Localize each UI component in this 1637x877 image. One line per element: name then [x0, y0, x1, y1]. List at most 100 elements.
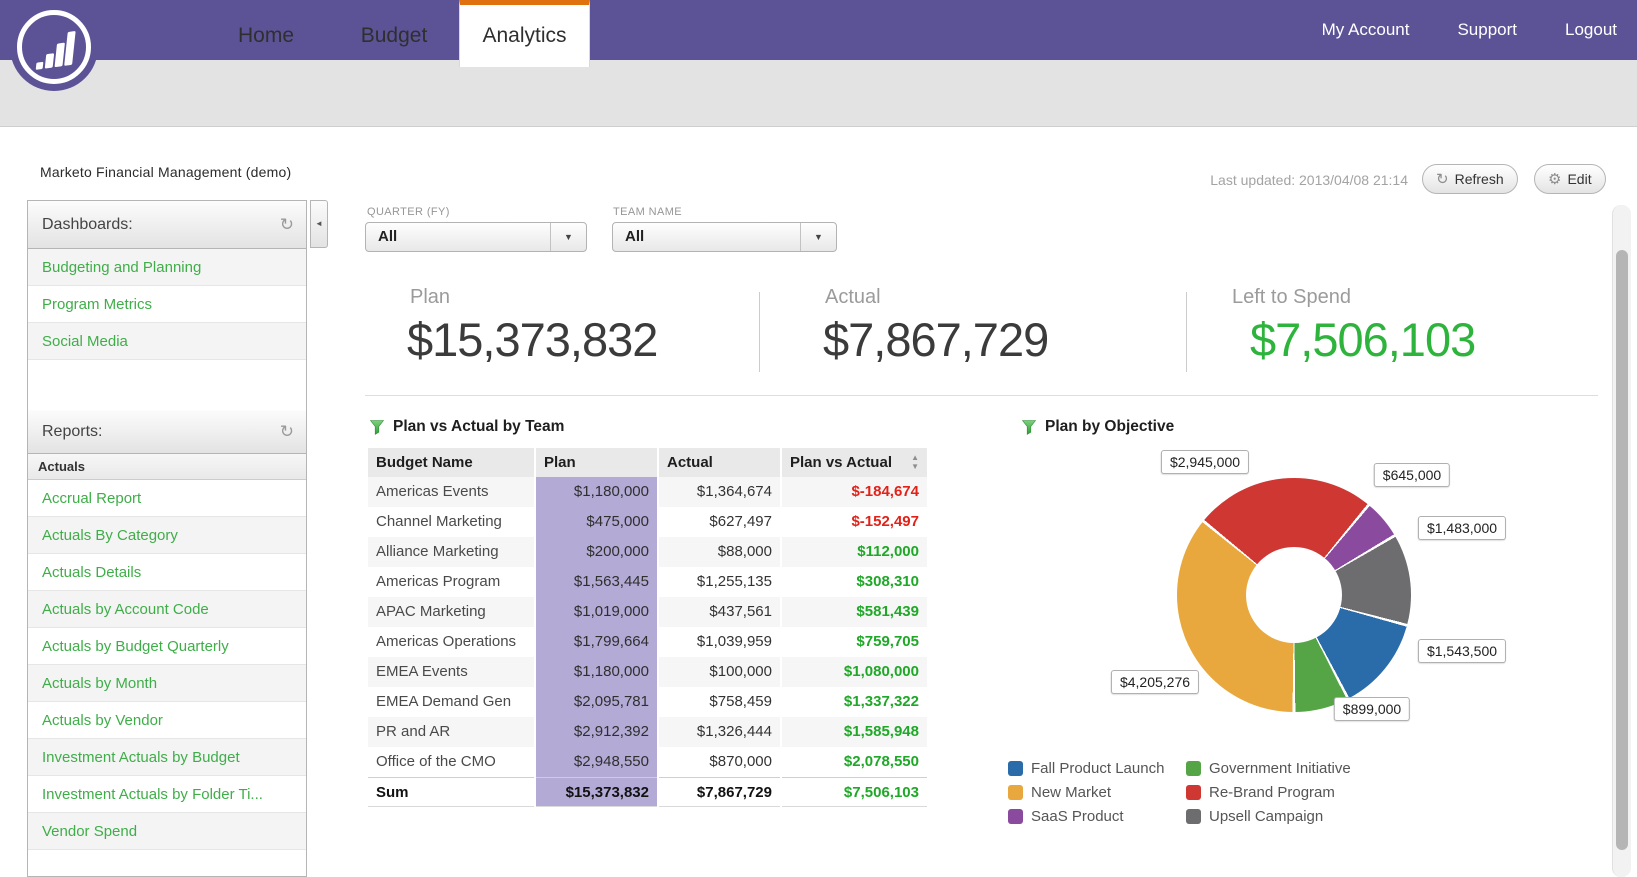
- plan-vs-actual-cell: $1,337,322: [843, 693, 919, 710]
- legend-label: Re-Brand Program: [1209, 783, 1335, 801]
- tab-bar: [0, 60, 1637, 127]
- chevron-down-icon: ▼: [800, 223, 836, 251]
- quarter-filter-dropdown[interactable]: All ▼: [365, 222, 587, 252]
- chart-legend-column-2: Government Initiative Re-Brand Program Ups…: [1186, 756, 1351, 828]
- kpi-plan-value: $15,373,832: [407, 313, 658, 366]
- sidebar-item-actuals-by-category[interactable]: Actuals By Category: [28, 517, 306, 554]
- legend-swatch-fall-product-launch: [1008, 760, 1023, 776]
- team-filter-dropdown[interactable]: All ▼: [612, 222, 837, 252]
- kpi-actual-label: Actual: [825, 286, 881, 308]
- donut-label-upsell-campaign: $1,483,000: [1417, 516, 1507, 540]
- column-header-plan-vs-actual[interactable]: Plan vs Actual ▲ ▼: [782, 448, 927, 477]
- table-row[interactable]: Americas Operations $1,799,664 $1,039,959 $…: [368, 627, 923, 657]
- legend-swatch-new-market: [1008, 784, 1023, 800]
- legend-item-re-brand-program: Re-Brand Program: [1186, 780, 1351, 804]
- edit-button[interactable]: ⚙ Edit: [1534, 164, 1606, 194]
- plan-by-objective-title: Plan by Objective: [1045, 418, 1175, 435]
- sidebar-item-accrual-report[interactable]: Accrual Report: [28, 480, 306, 517]
- table-row[interactable]: Office of the CMO $2,948,550 $870,000 $2,07…: [368, 747, 923, 777]
- marketo-logo-icon[interactable]: [10, 3, 98, 91]
- sidebar-item-actuals-by-account-code[interactable]: Actuals by Account Code: [28, 591, 306, 628]
- sidebar-item-actuals-details[interactable]: Actuals Details: [28, 554, 306, 591]
- legend-label: Government Initiative: [1209, 759, 1351, 777]
- reports-header-label: Reports:: [42, 423, 103, 440]
- chevron-down-icon: ▼: [550, 223, 586, 251]
- top-nav: My Account Support Logout: [1322, 0, 1617, 60]
- plan-cell: $1,799,664: [536, 627, 657, 657]
- table-row[interactable]: Americas Program $1,563,445 $1,255,135 $308…: [368, 567, 923, 597]
- legend-label: New Market: [1031, 783, 1112, 801]
- sidebar-item-actuals-by-vendor[interactable]: Actuals by Vendor: [28, 702, 306, 739]
- table-row[interactable]: APAC Marketing $1,019,000 $437,561 $581,439: [368, 597, 927, 627]
- nav-link-support[interactable]: Support: [1457, 20, 1517, 40]
- budget-name-cell: Office of the CMO: [376, 753, 496, 770]
- legend-item-fall-product-launch: Fall Product Launch: [1008, 756, 1164, 780]
- vertical-scrollbar-thumb[interactable]: [1616, 250, 1628, 850]
- sidebar-item-investment-actuals-by-budget[interactable]: Investment Actuals by Budget: [28, 739, 306, 776]
- plan-vs-actual-cell: $-184,674: [782, 477, 927, 507]
- plan-cell: $15,373,832: [536, 777, 657, 807]
- quarter-filter-label: QUARTER (FY): [367, 206, 450, 218]
- budget-name-cell: Alliance Marketing: [368, 537, 534, 567]
- plan-vs-actual-cell: $759,705: [856, 633, 919, 650]
- actual-cell: $758,459: [709, 693, 772, 710]
- table-row[interactable]: EMEA Demand Gen $2,095,781 $758,459 $1,337,…: [368, 687, 923, 717]
- refresh-button-label: Refresh: [1454, 171, 1504, 187]
- nav-link-logout[interactable]: Logout: [1565, 20, 1617, 40]
- plan-vs-actual-cell: $1,585,948: [782, 717, 927, 747]
- sidebar-collapse-button[interactable]: ◄: [310, 200, 328, 248]
- column-header-actual[interactable]: Actual: [659, 448, 780, 477]
- sidebar-item-actuals-by-budget-quarterly[interactable]: Actuals by Budget Quarterly: [28, 628, 306, 665]
- budget-name-cell: PR and AR: [368, 717, 534, 747]
- table-row-sum[interactable]: Sum $15,373,832 $7,867,729 $7,506,103: [368, 777, 927, 807]
- reports-refresh-icon[interactable]: ↻: [280, 410, 294, 453]
- tab-analytics[interactable]: Analytics: [459, 0, 590, 67]
- kpi-divider: [365, 395, 1598, 396]
- column-header-plan[interactable]: Plan: [536, 448, 657, 477]
- kpi-separator: [759, 292, 760, 372]
- dashboards-header: Dashboards: ↻: [28, 201, 306, 249]
- plan-vs-actual-table: Budget Name Plan Actual Plan vs Actual ▲ ▼ Ame…: [368, 448, 927, 807]
- dashboards-header-label: Dashboards:: [42, 216, 133, 233]
- table-row[interactable]: Americas Events $1,180,000 $1,364,674 $-184…: [368, 477, 927, 507]
- legend-label: Fall Product Launch: [1031, 759, 1165, 777]
- plan-vs-actual-cell: $7,506,103: [782, 777, 927, 807]
- actual-cell: $870,000: [709, 753, 772, 770]
- kpi-left-to-spend-value: $7,506,103: [1250, 313, 1476, 366]
- budget-name-cell: Channel Marketing: [376, 513, 502, 530]
- donut-label-new-market: $4,205,276: [1110, 670, 1200, 694]
- plan-vs-actual-cell: $581,439: [782, 597, 927, 627]
- table-row[interactable]: Channel Marketing $475,000 $627,497 $-152,4…: [368, 507, 923, 537]
- sidebar-item-social-media[interactable]: Social Media: [28, 323, 306, 360]
- actual-cell: $88,000: [659, 537, 780, 567]
- vertical-scrollbar-track[interactable]: [1612, 205, 1631, 877]
- column-header-budget-name[interactable]: Budget Name: [368, 448, 534, 477]
- sort-arrows-icon[interactable]: ▲ ▼: [911, 453, 919, 471]
- legend-swatch-government-initiative: [1186, 760, 1201, 776]
- sidebar-item-program-metrics[interactable]: Program Metrics: [28, 286, 306, 323]
- dashboards-refresh-icon[interactable]: ↻: [280, 201, 294, 248]
- sidebar-item-investment-actuals-by-folder-ti[interactable]: Investment Actuals by Folder Ti...: [28, 776, 306, 813]
- actual-cell: $100,000: [659, 657, 780, 687]
- sidebar-item-vendor-spend[interactable]: Vendor Spend: [28, 813, 306, 850]
- reports-group-actuals: Actuals: [28, 454, 306, 480]
- actual-cell: $1,039,959: [696, 633, 772, 650]
- app-window: My Account Support Logout Home Budget Analyt…: [0, 0, 1637, 877]
- sidebar-item-actuals-by-month[interactable]: Actuals by Month: [28, 665, 306, 702]
- donut-label-fall-product-launch: $1,543,500: [1417, 639, 1507, 663]
- tab-home[interactable]: Home: [221, 0, 311, 67]
- sidebar-item-budgeting-and-planning[interactable]: Budgeting and Planning: [28, 249, 306, 286]
- nav-link-my-account[interactable]: My Account: [1322, 20, 1410, 40]
- team-filter-value: All: [625, 228, 645, 245]
- tab-budget[interactable]: Budget: [339, 0, 449, 67]
- collapse-left-icon: ◄: [315, 219, 323, 228]
- plan-cell: $1,563,445: [536, 567, 657, 597]
- table-row[interactable]: EMEA Events $1,180,000 $100,000 $1,080,000: [368, 657, 927, 687]
- table-row[interactable]: Alliance Marketing $200,000 $88,000 $112,00…: [368, 537, 927, 567]
- budget-name-cell: EMEA Demand Gen: [376, 693, 512, 710]
- quarter-filter-value: All: [378, 228, 398, 245]
- refresh-button[interactable]: ↻ Refresh: [1422, 164, 1518, 194]
- table-row[interactable]: PR and AR $2,912,392 $1,326,444 $1,585,948: [368, 717, 927, 747]
- actual-cell: $437,561: [659, 597, 780, 627]
- plan-cell: $1,180,000: [536, 657, 657, 687]
